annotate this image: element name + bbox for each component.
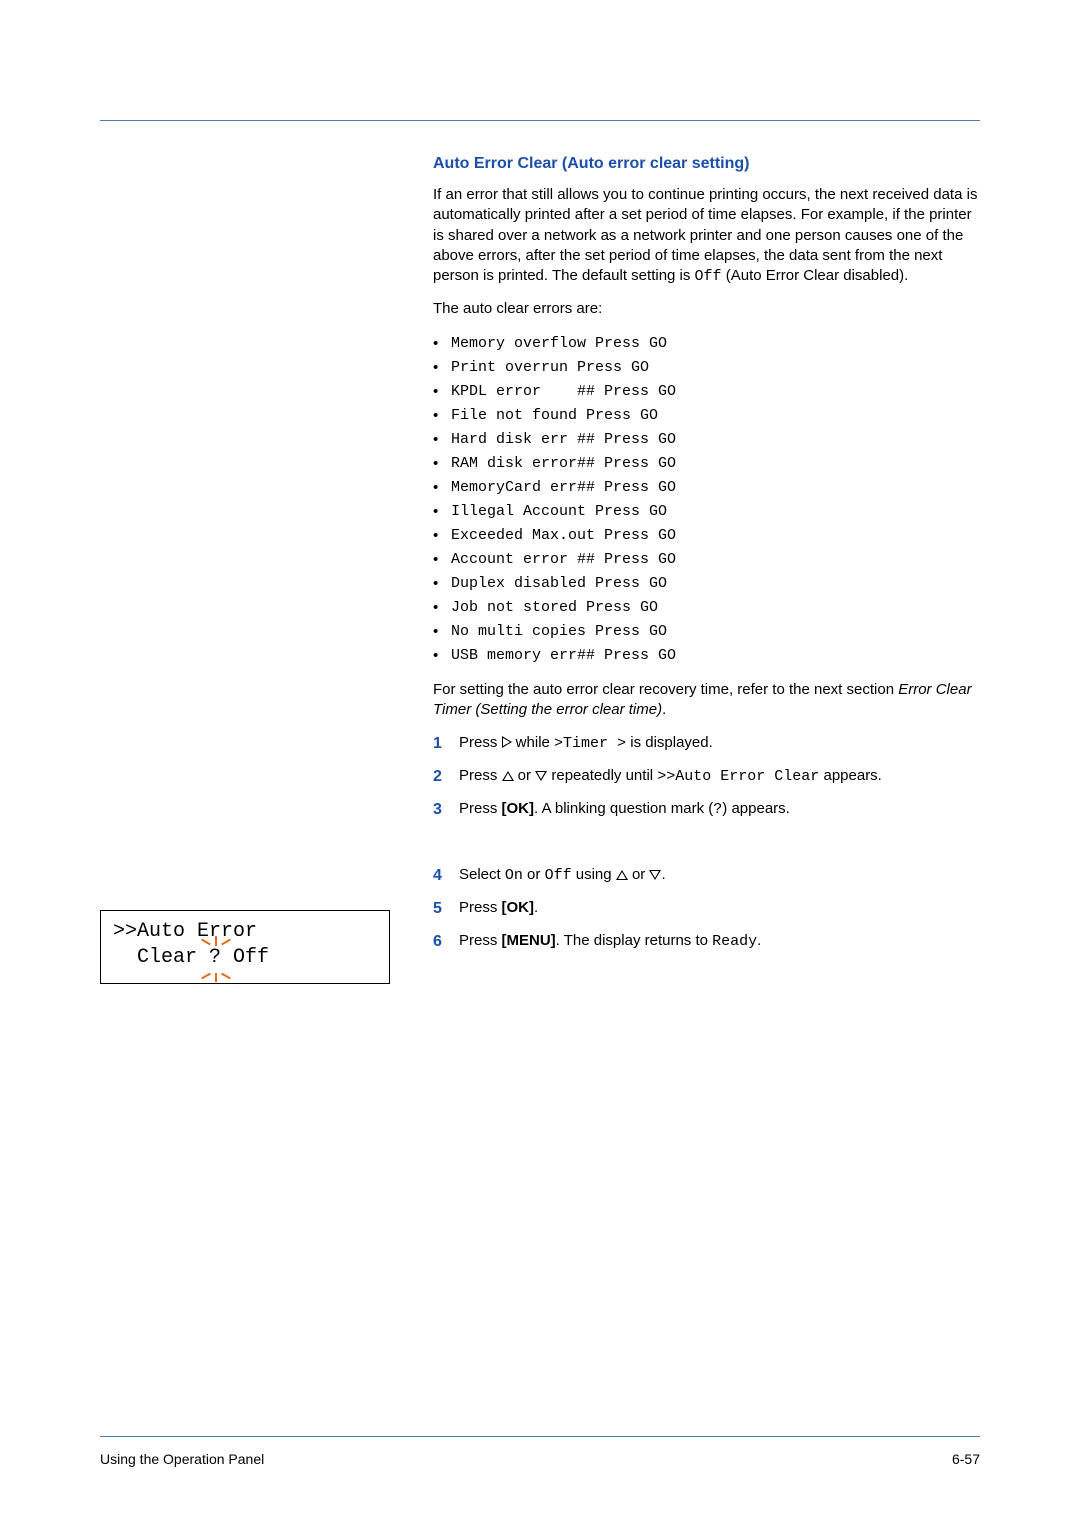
- t: .: [534, 899, 538, 916]
- t: Clear: [113, 946, 209, 969]
- step-text: Press [MENU]. The display returns to Rea…: [459, 930, 761, 954]
- section-heading: Auto Error Clear (Auto error clear setti…: [433, 155, 980, 173]
- lcd-display: >>Auto Error Clear ? Off: [100, 910, 390, 984]
- error-list: Memory overflow Press GO Print overrun P…: [433, 332, 980, 668]
- list-item: RAM disk error## Press GO: [433, 452, 980, 476]
- up-triangle-icon: [502, 771, 514, 781]
- blinking-question-mark: ?: [209, 945, 221, 971]
- t: Press: [459, 734, 502, 751]
- step-text: Press or repeatedly until >>Auto Error C…: [459, 765, 882, 789]
- t: .: [661, 866, 665, 883]
- list-item: USB memory err## Press GO: [433, 644, 980, 668]
- step-text: Press while >Timer > is displayed.: [459, 732, 713, 756]
- footer-left: Using the Operation Panel: [100, 1451, 264, 1467]
- up-triangle-icon: [616, 870, 628, 880]
- recovery-paragraph: For setting the auto error clear recover…: [433, 680, 980, 721]
- down-triangle-icon: [649, 870, 661, 880]
- t: ) appears.: [722, 800, 790, 817]
- code: >>Auto Error Clear: [657, 768, 819, 785]
- step-2: 2 Press or repeatedly until >>Auto Error…: [433, 765, 980, 789]
- step-1: 1 Press while >Timer > is displayed.: [433, 732, 980, 756]
- step-number: 5: [433, 897, 459, 921]
- t: . The display returns to: [556, 932, 712, 949]
- intro-code: Off: [695, 268, 722, 285]
- list-item: Account error ## Press GO: [433, 548, 980, 572]
- step-number: 6: [433, 930, 459, 954]
- lcd-line-2: Clear ? Off: [113, 945, 377, 971]
- step-number: 3: [433, 798, 459, 822]
- t: repeatedly until: [547, 767, 657, 784]
- list-item: No multi copies Press GO: [433, 620, 980, 644]
- bold: [OK]: [502, 800, 535, 817]
- t: or: [514, 767, 536, 784]
- list-item: Duplex disabled Press GO: [433, 572, 980, 596]
- step-6: 6 Press [MENU]. The display returns to R…: [433, 930, 980, 954]
- list-item: Print overrun Press GO: [433, 356, 980, 380]
- code: ?: [713, 801, 722, 818]
- t: Press: [459, 932, 502, 949]
- main-column-continued: 4 Select On or Off using or . 5 Press [O…: [433, 864, 980, 954]
- step-number: 2: [433, 765, 459, 789]
- t: Select: [459, 866, 505, 883]
- footer-right: 6-57: [952, 1451, 980, 1467]
- step-3: 3 Press [OK]. A blinking question mark (…: [433, 798, 980, 822]
- t: .: [757, 932, 761, 949]
- top-divider: [100, 120, 980, 121]
- step-text: Press [OK].: [459, 897, 538, 921]
- list-item: Job not stored Press GO: [433, 596, 980, 620]
- t: or: [523, 866, 545, 883]
- page: Auto Error Clear (Auto error clear setti…: [0, 0, 1080, 1527]
- code: On: [505, 867, 523, 884]
- t: Off: [221, 946, 269, 969]
- step-text: Select On or Off using or .: [459, 864, 666, 888]
- recovery-post: .: [662, 701, 666, 718]
- errors-intro: The auto clear errors are:: [433, 299, 980, 319]
- content-area: Auto Error Clear (Auto error clear setti…: [100, 155, 980, 963]
- main-column: Auto Error Clear (Auto error clear setti…: [433, 155, 980, 822]
- t: using: [572, 866, 616, 883]
- bottom-divider: [100, 1436, 980, 1437]
- intro-paragraph: If an error that still allows you to con…: [433, 185, 980, 287]
- t: Press: [459, 767, 502, 784]
- step-number: 1: [433, 732, 459, 756]
- t: is displayed.: [626, 734, 713, 751]
- list-item: KPDL error ## Press GO: [433, 380, 980, 404]
- bold: [OK]: [502, 899, 535, 916]
- t: . A blinking question mark (: [534, 800, 713, 817]
- bold: [MENU]: [502, 932, 556, 949]
- intro-post: (Auto Error Clear disabled).: [722, 267, 909, 284]
- lcd-line-1: >>Auto Error: [113, 919, 377, 945]
- list-item: File not found Press GO: [433, 404, 980, 428]
- down-triangle-icon: [535, 771, 547, 781]
- step-4: 4 Select On or Off using or .: [433, 864, 980, 888]
- t: or: [628, 866, 650, 883]
- steps-list: 1 Press while >Timer > is displayed. 2 P…: [433, 732, 980, 822]
- step-text: Press [OK]. A blinking question mark (?)…: [459, 798, 790, 822]
- code: Off: [545, 867, 572, 884]
- recovery-pre: For setting the auto error clear recover…: [433, 681, 898, 698]
- t: while: [512, 734, 555, 751]
- step-5: 5 Press [OK].: [433, 897, 980, 921]
- t: Press: [459, 899, 502, 916]
- list-item: Illegal Account Press GO: [433, 500, 980, 524]
- code: >Timer >: [554, 735, 626, 752]
- steps-list-continued: 4 Select On or Off using or . 5 Press [O…: [433, 864, 980, 954]
- list-item: Hard disk err ## Press GO: [433, 428, 980, 452]
- footer: Using the Operation Panel 6-57: [100, 1451, 980, 1467]
- list-item: MemoryCard err## Press GO: [433, 476, 980, 500]
- t: Press: [459, 800, 502, 817]
- step-number: 4: [433, 864, 459, 888]
- code: Ready: [712, 933, 757, 950]
- list-item: Exceeded Max.out Press GO: [433, 524, 980, 548]
- right-triangle-icon: [502, 736, 512, 748]
- list-item: Memory overflow Press GO: [433, 332, 980, 356]
- q: ?: [209, 946, 221, 969]
- t: appears.: [819, 767, 882, 784]
